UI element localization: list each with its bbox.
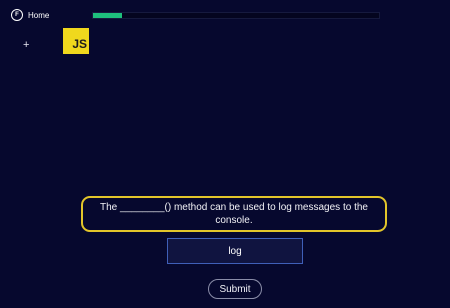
add-button[interactable]: +	[23, 40, 29, 51]
answer-input[interactable]	[167, 238, 303, 264]
question-prompt: The ________() method can be used to log…	[81, 196, 387, 232]
progress-bar	[92, 12, 380, 19]
submit-button[interactable]: Submit	[208, 279, 262, 299]
home-link[interactable]: F Home	[11, 9, 49, 21]
home-label: Home	[28, 10, 50, 20]
home-icon: F	[11, 9, 23, 21]
javascript-logo: JS	[63, 28, 89, 54]
quiz-screen: F Home + JS The ________() method can be…	[0, 0, 450, 308]
question-text: The ________() method can be used to log…	[100, 202, 368, 226]
progress-bar-fill	[93, 13, 122, 18]
